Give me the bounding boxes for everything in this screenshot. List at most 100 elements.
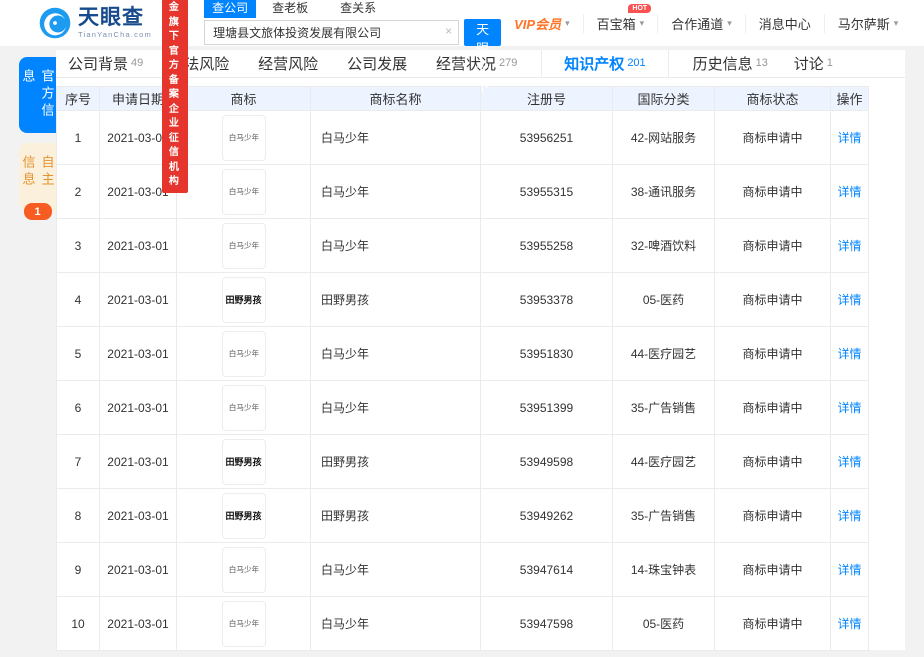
- search-area: 查公司查老板查关系 × 天眼一下: [204, 0, 502, 94]
- section-tab[interactable]: 经营风险: [256, 50, 323, 77]
- detail-link[interactable]: 详情: [837, 509, 861, 523]
- cell-status: 商标申请中: [714, 272, 831, 327]
- table-row: 10 2021-03-01 白马少年 白马少年 53947598 05-医药 商…: [56, 596, 869, 651]
- cell-status: 商标申请中: [714, 164, 831, 219]
- trademark-image-text: 白马少年: [228, 241, 259, 250]
- cell-action: 详情: [830, 110, 869, 165]
- detail-link[interactable]: 详情: [837, 401, 861, 415]
- trademark-image[interactable]: 田野男孩: [221, 438, 266, 485]
- trademark-image[interactable]: 白马少年: [221, 168, 266, 215]
- cell-no: 8: [56, 488, 100, 543]
- search-scope-tab[interactable]: 查老板: [264, 0, 316, 18]
- trademark-image[interactable]: 白马少年: [221, 600, 266, 647]
- chevron-down-icon: ▾: [893, 17, 899, 28]
- section-tab[interactable]: 知识产权 201: [541, 50, 669, 77]
- table-row: 3 2021-03-01 白马少年 白马少年 53955258 32-啤酒饮料 …: [56, 218, 869, 273]
- cell-status: 商标申请中: [714, 326, 831, 381]
- cell-apply-date: 2021-03-01: [99, 326, 177, 381]
- top-menu-item[interactable]: 百宝箱 ▾ HOT: [582, 3, 658, 33]
- detail-link[interactable]: 详情: [837, 347, 861, 361]
- cell-mark-name: 白马少年: [310, 596, 481, 651]
- cell-mark-name: 白马少年: [310, 110, 481, 165]
- cell-intl-class: 05-医药: [612, 272, 715, 327]
- detail-link[interactable]: 详情: [837, 563, 861, 577]
- trademark-image[interactable]: 白马少年: [221, 114, 266, 161]
- cell-reg-no: 53955315: [480, 164, 613, 219]
- cell-mark-image: 白马少年: [176, 596, 311, 651]
- top-menu-item-label: 合作通道: [671, 16, 724, 32]
- section-tab-label: 经营风险: [258, 56, 319, 73]
- cell-mark-name: 白马少年: [310, 164, 481, 219]
- cell-intl-class: 42-网站服务: [612, 110, 715, 165]
- cell-reg-no: 53949262: [480, 488, 613, 543]
- cell-status: 商标申请中: [714, 110, 831, 165]
- cell-no: 5: [56, 326, 100, 381]
- clear-icon[interactable]: ×: [445, 25, 452, 37]
- trademark-image[interactable]: 田野男孩: [221, 276, 266, 323]
- detail-link[interactable]: 详情: [837, 185, 861, 199]
- section-tab[interactable]: 历史信息 13: [691, 50, 770, 77]
- search-button[interactable]: 天眼一下: [464, 19, 502, 94]
- trademark-image-text: 白马少年: [228, 619, 259, 628]
- cell-no: 7: [56, 434, 100, 489]
- top-menu-item[interactable]: 消息中心: [744, 13, 824, 33]
- column-header: 商标: [176, 86, 311, 111]
- detail-link[interactable]: 详情: [837, 293, 861, 307]
- cell-action: 详情: [830, 326, 869, 381]
- side-tab[interactable]: 自主信息: [19, 143, 56, 211]
- detail-link[interactable]: 详情: [837, 239, 861, 253]
- tianyancha-logo-icon: [39, 7, 71, 39]
- cell-apply-date: 2021-03-01: [99, 542, 177, 597]
- cell-intl-class: 32-啤酒饮料: [612, 218, 715, 273]
- section-tab-count: 279: [499, 56, 518, 69]
- top-menu-item[interactable]: 合作通道 ▾: [657, 13, 745, 33]
- search-tabs: 查公司 查老板 查关系: [204, 0, 501, 18]
- section-tab[interactable]: 公司背景 49: [66, 50, 145, 77]
- cell-reg-no: 53951830: [480, 326, 613, 381]
- detail-link[interactable]: 详情: [837, 131, 861, 145]
- top-menu: VIP会员 ▾ 百宝箱 ▾ HOT 合作通道 ▾ 消息中心 马尔萨斯 ▾: [501, 3, 912, 34]
- cell-mark-name: 白马少年: [310, 542, 481, 597]
- top-menu-item[interactable]: 马尔萨斯 ▾: [823, 13, 912, 33]
- cell-mark-image: 白马少年: [176, 380, 311, 435]
- side-tab-wrap: 自主信息 1: [19, 143, 56, 220]
- section-tab-label: 公司背景: [68, 56, 129, 73]
- detail-link[interactable]: 详情: [837, 455, 861, 469]
- side-tab[interactable]: 官方信息: [19, 57, 56, 133]
- section-tab-label: 知识产权: [564, 56, 625, 73]
- table-row: 8 2021-03-01 田野男孩 田野男孩 53949262 35-广告销售 …: [56, 488, 869, 543]
- search-scope-tab[interactable]: 查关系: [332, 0, 384, 18]
- tianyancha-logo[interactable]: 天眼查 TianYanCha.com: [38, 6, 152, 40]
- section-tab-count: 49: [131, 56, 144, 69]
- chevron-down-icon: ▾: [727, 17, 732, 28]
- trademark-image[interactable]: 白马少年: [221, 546, 266, 593]
- cell-reg-no: 53951399: [480, 380, 613, 435]
- cell-mark-name: 田野男孩: [310, 488, 481, 543]
- cell-mark-name: 白马少年: [310, 380, 481, 435]
- top-menu-item-label: 百宝箱: [596, 16, 636, 32]
- section-tab[interactable]: 公司发展: [345, 50, 412, 77]
- cell-apply-date: 2021-03-01: [99, 218, 177, 273]
- cell-action: 详情: [830, 596, 869, 651]
- section-tab-label: 历史信息: [692, 56, 753, 73]
- cell-reg-no: 53947614: [480, 542, 613, 597]
- section-tab-count: 201: [627, 56, 646, 69]
- column-header: 序号: [56, 86, 100, 111]
- trademark-image[interactable]: 白马少年: [221, 330, 266, 377]
- search-input[interactable]: [204, 20, 460, 45]
- trademark-image-text: 田野男孩: [225, 457, 262, 467]
- detail-link[interactable]: 详情: [837, 617, 861, 631]
- trademark-image[interactable]: 白马少年: [221, 222, 266, 269]
- search-scope-tab[interactable]: 查公司: [204, 0, 257, 18]
- cell-mark-image: 白马少年: [176, 164, 311, 219]
- cell-reg-no: 53955258: [480, 218, 613, 273]
- section-tab-count: 13: [755, 56, 768, 69]
- trademark-image[interactable]: 白马少年: [221, 384, 266, 431]
- cell-intl-class: 38-通讯服务: [612, 164, 715, 219]
- cell-action: 详情: [830, 434, 869, 489]
- table-row: 5 2021-03-01 白马少年 白马少年 53951830 44-医疗园艺 …: [56, 326, 869, 381]
- cell-apply-date: 2021-03-01: [99, 596, 177, 651]
- section-tab[interactable]: 讨论 1: [792, 50, 835, 77]
- top-menu-item[interactable]: VIP会员 ▾: [501, 14, 583, 33]
- trademark-image[interactable]: 田野男孩: [221, 492, 266, 539]
